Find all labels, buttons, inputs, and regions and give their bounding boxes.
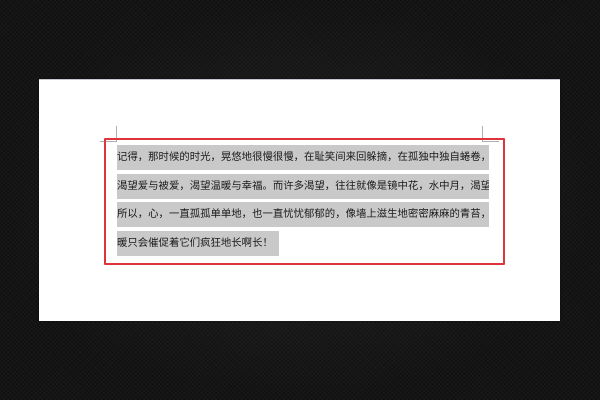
page-top-edge xyxy=(39,79,560,80)
selection-highlight-box xyxy=(104,138,505,265)
